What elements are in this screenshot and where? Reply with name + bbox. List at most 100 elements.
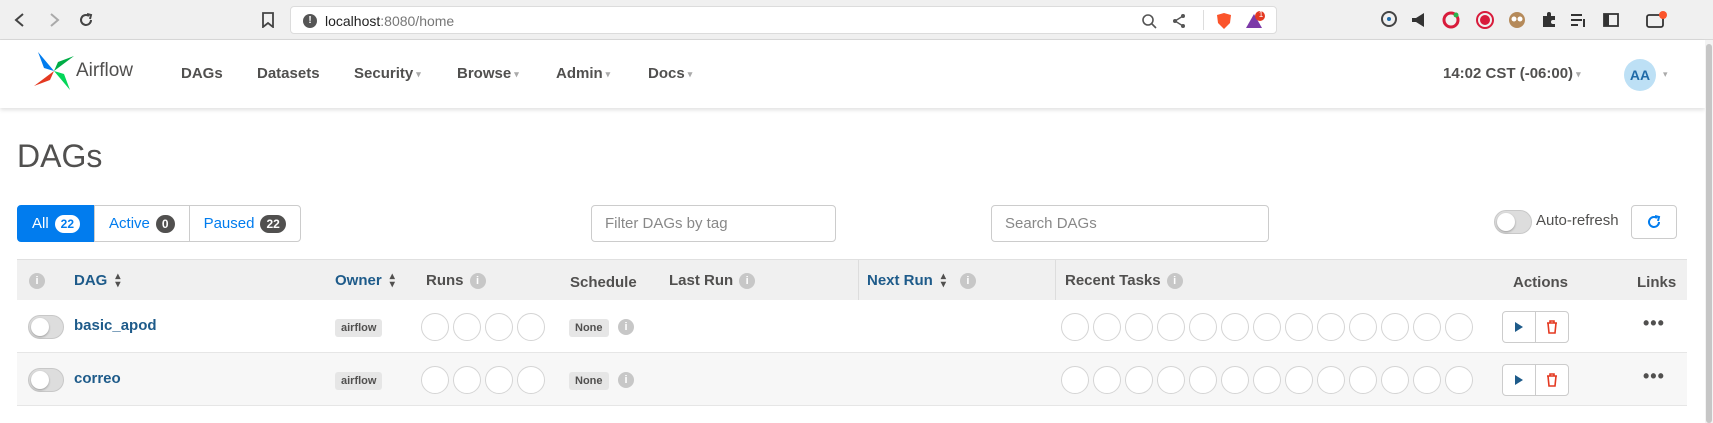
trigger-dag-button[interactable]: [1502, 311, 1536, 343]
task-status-circle[interactable]: [1381, 366, 1409, 394]
menu-dags[interactable]: DAGs: [181, 65, 223, 82]
header-links: Links: [1637, 274, 1677, 291]
menu-docs[interactable]: Docs ▾: [648, 65, 692, 82]
chevron-down-icon: ▾: [605, 68, 611, 79]
filter-active-button[interactable]: Active 0: [94, 205, 190, 242]
task-status-circle[interactable]: [1413, 313, 1441, 341]
task-status-circle[interactable]: [1221, 366, 1249, 394]
filter-paused-button[interactable]: Paused 22: [188, 205, 301, 242]
refresh-icon: [1648, 215, 1661, 228]
wallet-icon[interactable]: [1646, 11, 1667, 29]
task-status-circle[interactable]: [1381, 313, 1409, 341]
task-status-circle[interactable]: [1317, 366, 1345, 394]
task-status-circle[interactable]: [1285, 366, 1313, 394]
run-status-circle[interactable]: [421, 313, 449, 341]
task-status-circle[interactable]: [1349, 313, 1377, 341]
delete-dag-button[interactable]: [1535, 364, 1569, 396]
task-status-circle[interactable]: [1093, 366, 1121, 394]
dag-name-link[interactable]: correo: [74, 370, 121, 387]
owl-extension-icon[interactable]: [1508, 11, 1526, 29]
header-info-icon[interactable]: i: [29, 272, 45, 290]
auto-refresh-toggle[interactable]: [1494, 210, 1532, 234]
zoom-icon[interactable]: [1141, 13, 1157, 34]
task-status-circle[interactable]: [1253, 366, 1281, 394]
refresh-button[interactable]: [1631, 205, 1677, 239]
more-links-icon[interactable]: •••: [1643, 366, 1665, 387]
task-status-circle[interactable]: [1413, 366, 1441, 394]
brave-shield-icon[interactable]: [1215, 12, 1233, 35]
info-icon[interactable]: i: [1166, 273, 1183, 290]
run-status-circle[interactable]: [421, 366, 449, 394]
scrollbar-thumb[interactable]: [1706, 44, 1712, 423]
playlist-icon[interactable]: [1570, 11, 1588, 29]
reload-icon[interactable]: [76, 10, 96, 30]
trigger-dag-button[interactable]: [1502, 364, 1536, 396]
record-icon[interactable]: [1476, 11, 1494, 29]
forward-icon[interactable]: [44, 10, 64, 30]
run-status-circle[interactable]: [517, 313, 545, 341]
sort-icon[interactable]: ▴ ▾: [115, 272, 120, 290]
task-status-circle[interactable]: [1189, 313, 1217, 341]
owner-badge[interactable]: airflow: [335, 319, 383, 337]
share-icon[interactable]: [1171, 13, 1187, 34]
more-links-icon[interactable]: •••: [1643, 313, 1665, 334]
menu-admin[interactable]: Admin ▾: [556, 65, 610, 82]
header-next-run[interactable]: Next Run ▴ ▾ i: [867, 272, 976, 290]
menu-browse[interactable]: Browse ▾: [457, 65, 519, 82]
task-status-circle[interactable]: [1189, 366, 1217, 394]
info-icon[interactable]: i: [469, 273, 486, 290]
filter-all-button[interactable]: All 22: [17, 205, 96, 242]
schedule-info-icon[interactable]: i: [618, 372, 634, 388]
sort-icon[interactable]: ▴ ▾: [941, 272, 946, 290]
info-icon[interactable]: i: [959, 273, 976, 290]
sort-icon[interactable]: ▴ ▾: [390, 272, 395, 290]
airflow-logo-icon[interactable]: [32, 50, 76, 92]
task-status-circle[interactable]: [1061, 366, 1089, 394]
task-status-circle[interactable]: [1285, 313, 1313, 341]
info-icon[interactable]: i: [739, 273, 756, 290]
task-status-circle[interactable]: [1317, 313, 1345, 341]
puzzle-extensions-icon[interactable]: [1540, 11, 1558, 29]
bookmark-icon[interactable]: [258, 10, 278, 30]
task-status-circle[interactable]: [1125, 366, 1153, 394]
sidebar-icon[interactable]: [1602, 11, 1620, 29]
timezone-clock[interactable]: 14:02 CST (-06:00) ▾: [1443, 65, 1581, 82]
task-status-circle[interactable]: [1445, 366, 1473, 394]
tag-filter-input[interactable]: Filter DAGs by tag: [591, 205, 836, 242]
brand-name[interactable]: Airflow: [76, 60, 133, 82]
delete-dag-button[interactable]: [1535, 311, 1569, 343]
header-dag[interactable]: DAG ▴ ▾: [74, 272, 120, 290]
run-status-circle[interactable]: [453, 366, 481, 394]
menu-datasets[interactable]: Datasets: [257, 65, 320, 82]
pause-toggle[interactable]: [28, 315, 64, 339]
run-status-circle[interactable]: [485, 366, 513, 394]
task-status-circle[interactable]: [1061, 313, 1089, 341]
task-status-circle[interactable]: [1125, 313, 1153, 341]
extension-red-icon[interactable]: [1442, 11, 1460, 29]
brave-rewards-icon[interactable]: 1: [1245, 10, 1265, 36]
task-status-circle[interactable]: [1157, 366, 1185, 394]
run-status-circle[interactable]: [485, 313, 513, 341]
menu-security[interactable]: Security ▾: [354, 65, 421, 82]
task-status-circle[interactable]: [1221, 313, 1249, 341]
site-info-icon[interactable]: !: [303, 14, 317, 28]
owner-badge[interactable]: airflow: [335, 372, 383, 390]
task-status-circle[interactable]: [1157, 313, 1185, 341]
run-status-circle[interactable]: [517, 366, 545, 394]
address-bar[interactable]: ! localhost:8080/home 1: [290, 6, 1277, 34]
back-icon[interactable]: [10, 10, 30, 30]
schedule-info-icon[interactable]: i: [618, 319, 634, 335]
header-owner[interactable]: Owner ▴ ▾: [335, 272, 395, 290]
task-status-circle[interactable]: [1445, 313, 1473, 341]
dag-name-link[interactable]: basic_apod: [74, 317, 157, 334]
search-dags-input[interactable]: Search DAGs: [991, 205, 1269, 242]
user-avatar[interactable]: AA: [1624, 59, 1656, 91]
pause-toggle[interactable]: [28, 368, 64, 392]
task-status-circle[interactable]: [1349, 366, 1377, 394]
chevron-down-icon[interactable]: ▾: [1663, 69, 1668, 80]
task-status-circle[interactable]: [1093, 313, 1121, 341]
megaphone-icon[interactable]: [1410, 11, 1428, 29]
extension-key-icon[interactable]: [1380, 10, 1398, 28]
task-status-circle[interactable]: [1253, 313, 1281, 341]
run-status-circle[interactable]: [453, 313, 481, 341]
